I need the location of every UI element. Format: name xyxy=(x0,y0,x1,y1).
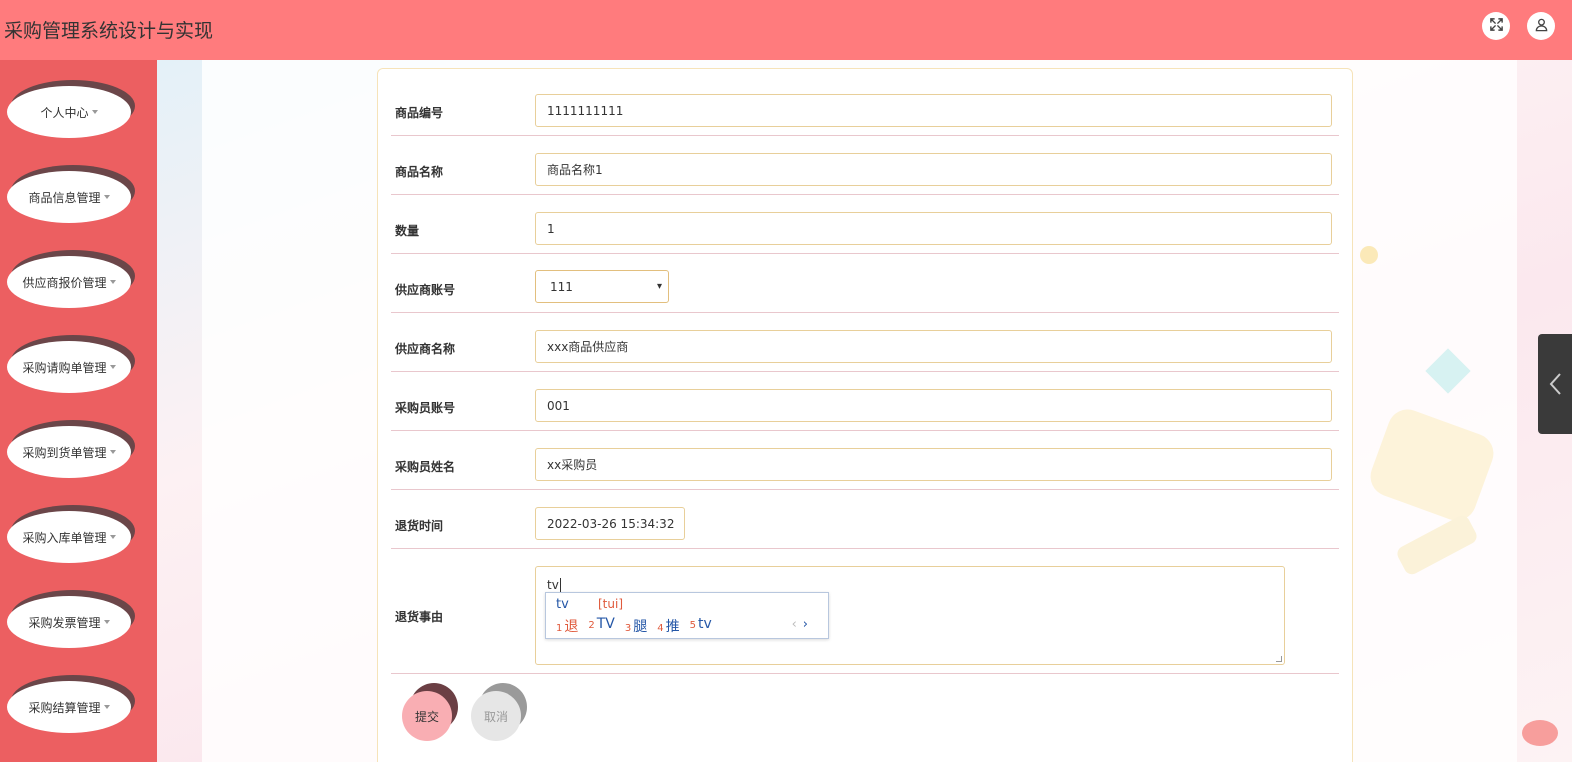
text-cursor xyxy=(559,578,561,592)
sidebar-item-label: 供应商报价管理 xyxy=(22,275,107,290)
sidebar: 个人中心 商品信息管理 供应商报价管理 采购请购单管理 采购到货单管理 采购入库… xyxy=(0,60,157,762)
form-row-buyer-name: 采购员姓名 xx采购员 xyxy=(391,431,1339,490)
goods-no-input[interactable]: 1111111111 xyxy=(535,94,1332,127)
ime-next-button[interactable]: › xyxy=(803,617,808,632)
buyer-name-label: 采购员姓名 xyxy=(395,460,456,474)
buyer-name-value: xx采购员 xyxy=(547,458,598,472)
submit-button-label: 提交 xyxy=(402,691,452,741)
form-row-quantity: 数量 1 xyxy=(391,195,1339,254)
chevron-left-icon xyxy=(1549,373,1561,395)
goods-no-label: 商品编号 xyxy=(395,106,444,120)
submit-button[interactable]: 提交 xyxy=(402,683,462,743)
sidebar-item-label: 采购结算管理 xyxy=(28,700,101,715)
caret-down-icon xyxy=(91,110,98,114)
caret-down-icon xyxy=(103,705,110,709)
buyer-name-input[interactable]: xx采购员 xyxy=(535,448,1332,481)
supplier-name-value: xxx商品供应商 xyxy=(547,340,629,354)
resize-handle[interactable] xyxy=(1276,656,1282,662)
supplier-account-value: 111 xyxy=(550,279,573,294)
cancel-button-label: 取消 xyxy=(471,691,521,741)
return-time-value: 2022-03-26 15:34:32 xyxy=(547,516,675,531)
sidebar-item-supplier-quote[interactable]: 供应商报价管理 xyxy=(7,250,135,310)
caret-down-icon xyxy=(109,535,116,539)
return-reason-value: tv xyxy=(547,578,559,592)
caret-down-icon xyxy=(109,450,116,454)
return-reason-label: 退货事由 xyxy=(395,610,444,624)
expand-icon xyxy=(1489,17,1504,35)
supplier-name-label: 供应商名称 xyxy=(395,342,456,356)
cancel-button[interactable]: 取消 xyxy=(471,683,531,743)
return-time-input[interactable]: 2022-03-26 15:34:32 xyxy=(535,507,685,540)
caret-down-icon xyxy=(103,195,110,199)
supplier-account-select[interactable]: 111 ▾ xyxy=(535,270,669,303)
sidebar-item-purchase-invoice[interactable]: 采购发票管理 xyxy=(7,590,135,650)
sidebar-item-purchase-request[interactable]: 采购请购单管理 xyxy=(7,335,135,395)
form-row-supplier-account: 供应商账号 111 ▾ xyxy=(391,254,1339,313)
chevron-down-icon: ▾ xyxy=(656,281,662,292)
return-form: 商品编号 1111111111 商品名称 商品名称1 数量 1 供应商账号 11… xyxy=(377,68,1353,762)
sidebar-item-label: 采购入库单管理 xyxy=(22,530,107,545)
ime-composition: tv xyxy=(556,597,569,612)
form-row-supplier-name: 供应商名称 xxx商品供应商 xyxy=(391,313,1339,372)
ime-candidate[interactable]: 5 tv xyxy=(690,616,712,636)
form-row-goods-no: 商品编号 1111111111 xyxy=(391,85,1339,136)
quantity-input[interactable]: 1 xyxy=(535,212,1332,245)
sidebar-item-label: 采购请购单管理 xyxy=(22,360,107,375)
form-row-return-time: 退货时间 2022-03-26 15:34:32 xyxy=(391,490,1339,549)
caret-down-icon xyxy=(109,365,116,369)
goods-name-value: 商品名称1 xyxy=(547,163,603,177)
sidebar-item-purchase-settlement[interactable]: 采购结算管理 xyxy=(7,675,135,735)
sidebar-item-purchase-arrival[interactable]: 采购到货单管理 xyxy=(7,420,135,480)
fullscreen-button[interactable] xyxy=(1482,12,1510,40)
ime-candidate[interactable]: 3腿 xyxy=(625,616,647,636)
side-panel-toggle[interactable] xyxy=(1538,334,1572,434)
caret-down-icon xyxy=(109,280,116,284)
sidebar-item-purchase-warehousing[interactable]: 采购入库单管理 xyxy=(7,505,135,565)
user-menu-button[interactable] xyxy=(1527,12,1555,40)
supplier-account-label: 供应商账号 xyxy=(395,283,456,297)
quantity-label: 数量 xyxy=(395,224,420,238)
form-row-buyer-account: 采购员账号 001 xyxy=(391,372,1339,431)
goods-name-label: 商品名称 xyxy=(395,165,444,179)
ime-candidate[interactable]: 4推 xyxy=(657,616,679,636)
form-row-goods-name: 商品名称 商品名称1 xyxy=(391,136,1339,195)
sidebar-item-label: 商品信息管理 xyxy=(28,190,101,205)
ime-candidates: 1退 2 TV 3腿 4推 5 tv xyxy=(556,616,712,636)
decoration-dot xyxy=(1360,246,1378,264)
goods-no-value: 1111111111 xyxy=(547,103,624,118)
ime-candidate[interactable]: 2 TV xyxy=(588,616,615,636)
form-row-return-reason: 退货事由 tv xyxy=(391,549,1339,674)
buyer-account-value: 001 xyxy=(547,398,570,413)
user-icon xyxy=(1534,17,1549,35)
sidebar-item-goods-info[interactable]: 商品信息管理 xyxy=(7,165,135,225)
supplier-name-input[interactable]: xxx商品供应商 xyxy=(535,330,1332,363)
ime-prev-button[interactable]: ‹ xyxy=(792,617,797,632)
ime-candidate[interactable]: 1退 xyxy=(556,616,578,636)
ime-pinyin: [tui] xyxy=(598,597,624,611)
sidebar-item-label: 采购到货单管理 xyxy=(22,445,107,460)
app-title: 采购管理系统设计与实现 xyxy=(4,20,214,42)
buyer-account-input[interactable]: 001 xyxy=(535,389,1332,422)
quantity-value: 1 xyxy=(547,221,555,236)
goods-name-input[interactable]: 商品名称1 xyxy=(535,153,1332,186)
top-header: 采购管理系统设计与实现 xyxy=(0,0,1572,60)
sidebar-item-label: 采购发票管理 xyxy=(28,615,101,630)
ime-page-nav: ‹ › xyxy=(792,617,808,632)
decoration-blob xyxy=(1522,720,1558,746)
caret-down-icon xyxy=(103,620,110,624)
return-time-label: 退货时间 xyxy=(395,519,444,533)
sidebar-item-label: 个人中心 xyxy=(40,105,89,120)
buyer-account-label: 采购员账号 xyxy=(395,401,456,415)
sidebar-item-personal-center[interactable]: 个人中心 xyxy=(7,80,135,140)
ime-candidate-popup: tv [tui] 1退 2 TV 3腿 4推 5 tv ‹ › xyxy=(545,592,829,639)
